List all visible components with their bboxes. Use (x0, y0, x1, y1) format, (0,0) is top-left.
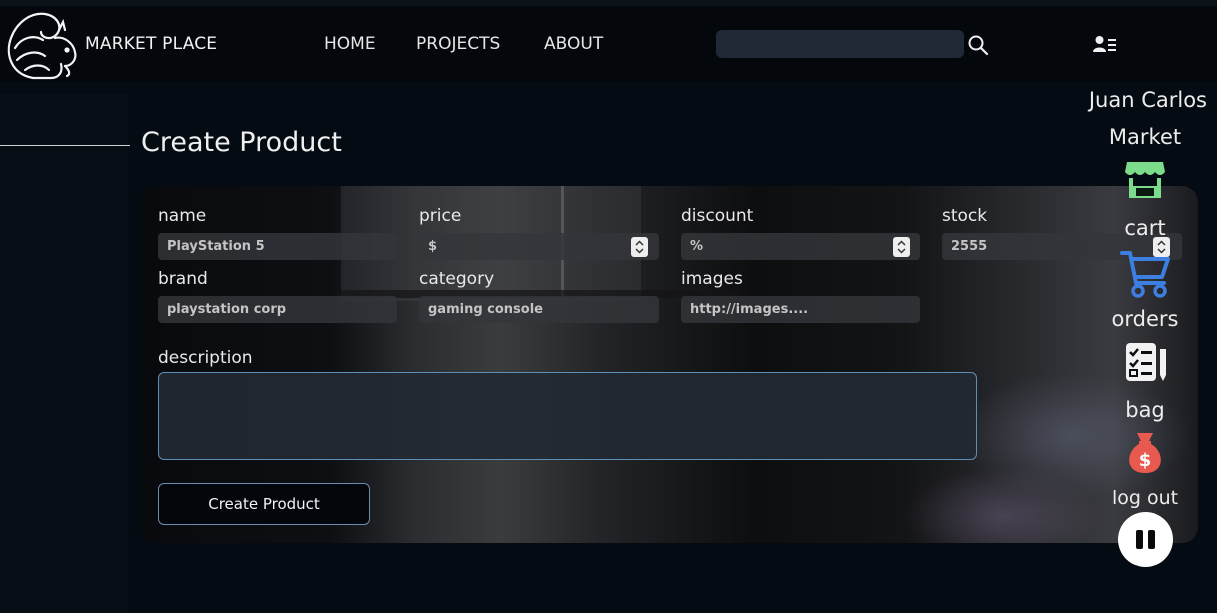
cart-icon[interactable] (1120, 249, 1172, 299)
svg-text:$: $ (1139, 450, 1152, 471)
price-field[interactable]: $ (419, 233, 659, 260)
user-menu-icon[interactable] (1093, 35, 1117, 53)
description-label: description (158, 348, 253, 368)
squirrel-logo-icon[interactable] (3, 8, 81, 84)
top-navbar: MARKET PLACE HOME PROJECTS ABOUT (0, 6, 1217, 82)
name-label: name (158, 206, 207, 226)
create-product-button[interactable]: Create Product (158, 483, 370, 525)
search-input[interactable] (716, 30, 964, 58)
discount-stepper[interactable] (893, 237, 910, 257)
menu-bag-label[interactable]: bag (1095, 398, 1195, 422)
discount-field[interactable]: % (681, 233, 920, 260)
discount-label: discount (681, 206, 754, 226)
name-field[interactable]: PlayStation 5 (158, 233, 397, 260)
menu-market-label[interactable]: Market (1095, 125, 1195, 149)
nav-home[interactable]: HOME (324, 34, 376, 54)
pause-icon (1136, 530, 1143, 549)
price-label: price (419, 206, 462, 226)
pause-icon (1148, 530, 1155, 549)
title-divider (0, 145, 130, 146)
page-title: Create Product (141, 127, 342, 158)
orders-checklist-icon[interactable] (1124, 341, 1168, 383)
brand-field[interactable]: playstation corp (158, 296, 397, 323)
brand-label: brand (158, 269, 208, 289)
category-label: category (419, 269, 495, 289)
category-field[interactable]: gaming console (419, 296, 659, 323)
nav-projects[interactable]: PROJECTS (416, 34, 500, 54)
user-name: Juan Carlos (1088, 88, 1207, 112)
price-stepper[interactable] (631, 237, 648, 257)
money-bag-icon[interactable]: $ (1124, 431, 1166, 475)
market-stall-icon[interactable] (1124, 158, 1166, 200)
brand-title[interactable]: MARKET PLACE (85, 34, 217, 54)
menu-logout-label[interactable]: log out (1095, 487, 1195, 509)
images-label: images (681, 269, 743, 289)
description-textarea[interactable] (158, 372, 977, 460)
logout-button[interactable] (1118, 512, 1173, 567)
search-icon[interactable] (967, 34, 989, 56)
nav-about[interactable]: ABOUT (544, 34, 603, 54)
menu-cart-label[interactable]: cart (1095, 216, 1195, 240)
left-sidebar (0, 94, 128, 613)
stock-label: stock (942, 206, 988, 226)
menu-orders-label[interactable]: orders (1095, 307, 1195, 331)
images-field[interactable]: http://images.... (681, 296, 920, 323)
